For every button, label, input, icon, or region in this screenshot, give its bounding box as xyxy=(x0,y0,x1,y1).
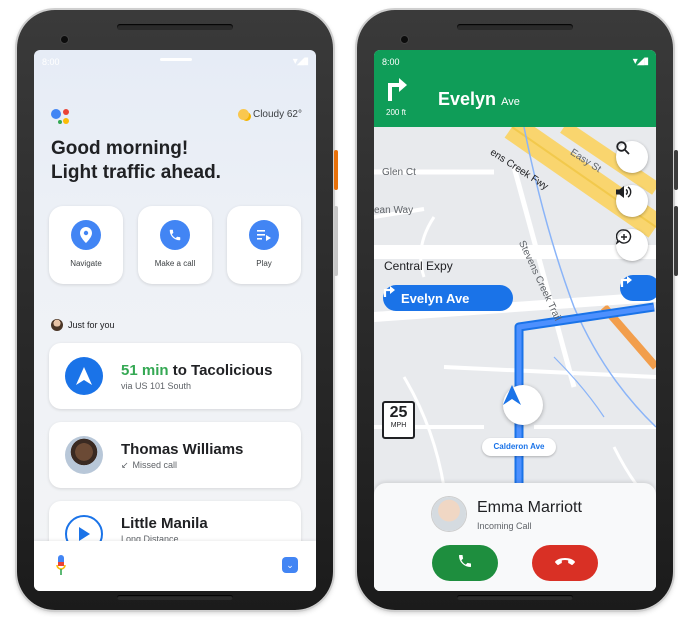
volume-rocker xyxy=(334,206,338,276)
quick-action-tiles: Navigate Make a call Play xyxy=(49,206,301,284)
incoming-call-panel: Emma Marriott Incoming Call xyxy=(374,483,656,591)
assistant-bottom-bar: ⌄ xyxy=(34,541,316,591)
current-road-label: Calderon Ave xyxy=(482,438,556,456)
bottom-speaker xyxy=(457,595,573,600)
navigation-arrow-icon xyxy=(65,357,103,395)
contact-avatar xyxy=(65,436,103,474)
missed-call-icon: ↙ xyxy=(121,460,129,470)
signal-battery-icons: ▾◢▮ xyxy=(632,56,649,67)
bottom-speaker xyxy=(117,595,233,600)
current-location-marker xyxy=(503,385,543,425)
navigation-header: 8:00 ▾◢▮ 200 ft Evelyn Ave xyxy=(374,50,656,127)
weather-text: Cloudy 62° xyxy=(252,109,302,120)
call-status: Incoming Call xyxy=(477,521,532,531)
caller-name: Emma Marriott xyxy=(477,499,582,516)
signal-battery-icons: ▾◢▮ xyxy=(292,56,309,67)
status-bar: 8:00 ▾◢▮ xyxy=(34,50,316,72)
earpiece-speaker xyxy=(457,24,573,30)
greeting-heading: Good morning! Light traffic ahead. xyxy=(51,137,221,185)
turn-right-icon xyxy=(386,75,408,105)
make-call-label: Make a call xyxy=(154,259,196,268)
map-label-ean-way: ean Way xyxy=(374,205,414,216)
greeting-line-2: Light traffic ahead. xyxy=(51,162,221,183)
street-suffix: Ave xyxy=(501,96,520,108)
front-camera xyxy=(61,36,68,43)
turn-distance: 200 ft xyxy=(386,108,407,117)
next-street: Evelyn Ave xyxy=(438,89,520,110)
navigate-label: Navigate xyxy=(70,259,102,268)
assistant-screen: 8:00 ▾◢▮ Cloudy 62° Good morning! Light … xyxy=(34,50,316,591)
hang-up-icon xyxy=(555,554,575,572)
google-assistant-logo xyxy=(51,106,73,126)
phone-icon xyxy=(160,220,190,250)
add-report-icon[interactable] xyxy=(616,229,648,261)
status-time: 8:00 xyxy=(382,57,400,67)
make-call-tile[interactable]: Make a call xyxy=(138,206,212,284)
podcast-title: Little Manila xyxy=(121,515,208,532)
just-for-you-label: Just for you xyxy=(68,320,115,330)
earpiece-speaker xyxy=(117,24,233,30)
weather-widget[interactable]: Cloudy 62° xyxy=(237,109,302,120)
missed-call-status: ↙ Missed call xyxy=(121,460,177,471)
phone-right: 8:00 ▾◢▮ 200 ft Evelyn Ave Glen Ct ean W… xyxy=(357,10,678,610)
missed-call-card[interactable]: Thomas Williams ↙ Missed call xyxy=(49,422,301,488)
missed-call-contact: Thomas Williams xyxy=(121,441,244,458)
commute-destination: to Tacolicious xyxy=(168,362,273,379)
accept-call-button[interactable] xyxy=(432,545,498,581)
just-for-you-header: Just for you xyxy=(51,319,115,331)
commute-route: via US 101 South xyxy=(121,381,192,391)
greeting-line-1: Good morning! xyxy=(51,138,189,159)
next-turn-callout xyxy=(620,275,656,301)
navigate-tile[interactable]: Navigate xyxy=(49,206,123,284)
maps-driving-screen: 8:00 ▾◢▮ 200 ft Evelyn Ave Glen Ct ean W… xyxy=(374,50,656,591)
map-label-glen-ct: Glen Ct xyxy=(382,167,416,178)
phone-left: 8:00 ▾◢▮ Cloudy 62° Good morning! Light … xyxy=(17,10,338,610)
search-icon[interactable] xyxy=(616,141,648,173)
caller-avatar xyxy=(432,497,466,531)
turn-callout-label: Evelyn Ave xyxy=(401,290,470,306)
sheet-handle[interactable] xyxy=(160,58,192,61)
speed-limit-sign: 25 MPH xyxy=(382,401,415,439)
playlist-icon xyxy=(249,220,279,250)
phone-icon xyxy=(457,553,473,574)
decline-call-button[interactable] xyxy=(532,545,598,581)
play-tile[interactable]: Play xyxy=(227,206,301,284)
street-name: Evelyn xyxy=(438,89,497,109)
location-pin-icon xyxy=(71,220,101,250)
status-time: 8:00 xyxy=(42,57,60,67)
front-camera xyxy=(401,36,408,43)
cloudy-weather-icon xyxy=(237,109,249,120)
commute-card[interactable]: 51 min to Tacolicious via US 101 South xyxy=(49,343,301,409)
power-button xyxy=(674,150,678,190)
microphone-icon[interactable] xyxy=(56,555,66,577)
volume-rocker xyxy=(674,206,678,276)
speed-limit-unit: MPH xyxy=(390,422,407,429)
user-avatar xyxy=(51,319,63,331)
play-label: Play xyxy=(256,259,272,268)
turn-callout-evelyn: Evelyn Ave xyxy=(383,285,513,311)
keyboard-toggle-icon[interactable]: ⌄ xyxy=(282,557,298,573)
speed-limit-value: 25 xyxy=(389,404,408,421)
commute-duration: 51 min xyxy=(121,362,169,379)
missed-call-label: Missed call xyxy=(132,460,178,470)
map-label-central-expy: Central Expy xyxy=(384,259,453,273)
commute-title: 51 min to Tacolicious xyxy=(121,362,272,379)
power-button xyxy=(334,150,338,190)
volume-icon[interactable] xyxy=(616,185,648,217)
